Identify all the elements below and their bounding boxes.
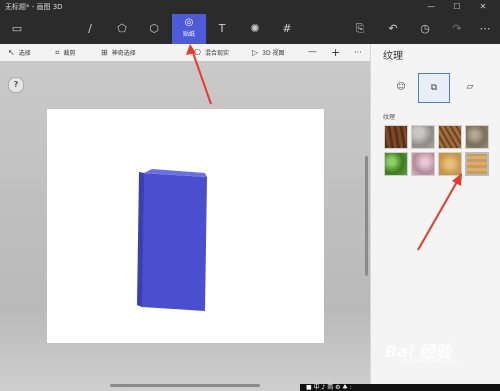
- redo-icon: ↷: [452, 22, 462, 35]
- stickers-icon: ◎: [184, 17, 194, 28]
- minimize-button[interactable]: —: [424, 1, 438, 12]
- history-icon: ◷: [420, 22, 430, 35]
- workspace: ?: [0, 61, 370, 391]
- 3d-shapes-icon: ⬡: [149, 22, 159, 35]
- window-title: 无标题* - 画图 3D: [5, 3, 63, 11]
- drawing-canvas[interactable]: [47, 109, 324, 343]
- taskbar-strip: ■ 中 ♪ 简 ⚙ ♣ :: [300, 384, 500, 391]
- texture-light-wood[interactable]: [465, 152, 489, 176]
- texture-leaves[interactable]: [384, 152, 408, 176]
- title-bar: 无标题* - 画图 3D — ☐ ✕: [0, 0, 500, 14]
- 2d-shapes-icon: ⬠: [117, 22, 127, 35]
- paste-button[interactable]: ⎘: [345, 17, 375, 41]
- vertical-scrollbar[interactable]: [365, 156, 368, 276]
- select-icon: ↖: [8, 48, 15, 57]
- texture-sand[interactable]: [438, 152, 462, 176]
- view-3d-icon: ▷: [252, 48, 259, 57]
- maximize-button[interactable]: ☐: [450, 1, 464, 12]
- canvas-button[interactable]: #: [272, 17, 302, 41]
- taskbar-text: ■ 中 ♪ 简 ⚙ ♣ :: [306, 384, 352, 391]
- magic-select-label: 神奇选择: [111, 50, 136, 57]
- texture-granite[interactable]: [411, 125, 435, 149]
- baidu-watermark-url: jingyan.baidu.com: [402, 357, 458, 364]
- close-button[interactable]: ✕: [476, 1, 490, 12]
- text-icon: T: [218, 22, 226, 35]
- magic-select-icon: ⊞: [101, 48, 108, 57]
- effects-icon: ✺: [250, 22, 260, 35]
- brush-icon: ∕: [88, 22, 92, 35]
- stickers-button[interactable]: ◎ 贴纸: [172, 14, 206, 44]
- toolbar-more-button[interactable]: ···: [354, 46, 362, 59]
- mixed-reality-label: 混合现实: [204, 50, 229, 57]
- sticker-tab-icon: ☺: [396, 82, 406, 92]
- mixed-reality-tool[interactable]: ⎔ 混合现实: [194, 46, 229, 59]
- magic-select-tool[interactable]: ⊞ 神奇选择: [101, 46, 136, 59]
- crop-tool[interactable]: ⌗ 裁剪: [55, 46, 76, 59]
- horizontal-scrollbar[interactable]: [110, 384, 260, 387]
- panel-title: 纹理: [383, 51, 403, 62]
- view-3d-label: 3D 视图: [262, 50, 285, 57]
- texture-bark[interactable]: [384, 125, 408, 149]
- paste-icon: ⎘: [355, 22, 365, 35]
- more-button[interactable]: ⋯: [470, 17, 500, 41]
- history-button[interactable]: ◷: [410, 17, 440, 41]
- select-tool[interactable]: ↖ 选择: [8, 46, 31, 59]
- menu-folder-button[interactable]: ▭: [2, 17, 32, 41]
- stickers-label: 贴纸: [182, 31, 195, 38]
- undo-button[interactable]: ↶: [378, 17, 408, 41]
- ribbon: ▭ ∕ ⬠ ⬡ ◎ 贴纸 T ✺ # ⎘ ↶ ◷ ↷ ⋯: [0, 14, 500, 44]
- folder-icon: ▭: [11, 22, 23, 35]
- texture-wood-grain[interactable]: [438, 125, 462, 149]
- crop-label: 裁剪: [63, 50, 76, 57]
- texture-pink-marble[interactable]: [411, 152, 435, 176]
- more-icon: ⋯: [479, 22, 491, 35]
- brushes-button[interactable]: ∕: [75, 17, 105, 41]
- custom-folder-icon: ▱: [466, 82, 474, 92]
- mixed-reality-icon: ⎔: [194, 48, 201, 57]
- select-label: 选择: [18, 50, 31, 57]
- 3d-shapes-button[interactable]: ⬡: [139, 17, 169, 41]
- zoom-in-button[interactable]: +: [331, 46, 340, 59]
- 2d-shapes-button[interactable]: ⬠: [107, 17, 137, 41]
- texture-tab-icon: ⧉: [430, 83, 438, 93]
- texture-stone-pebbles[interactable]: [465, 125, 489, 149]
- effects-button[interactable]: ✺: [240, 17, 270, 41]
- tab-textures[interactable]: ⧉: [418, 73, 450, 103]
- canvas-icon: #: [282, 22, 292, 35]
- redo-button[interactable]: ↷: [442, 17, 472, 41]
- zoom-out-button[interactable]: —: [308, 46, 317, 59]
- tab-stickers[interactable]: ☺: [386, 73, 416, 101]
- tab-custom-stickers[interactable]: ▱: [455, 73, 485, 101]
- 3d-box-model[interactable]: [47, 109, 324, 343]
- section-label: 纹理: [383, 114, 396, 121]
- view-3d-tool[interactable]: ▷ 3D 视图: [252, 46, 285, 59]
- text-button[interactable]: T: [207, 17, 237, 41]
- crop-icon: ⌗: [55, 48, 60, 57]
- undo-icon: ↶: [388, 22, 398, 35]
- box-front-face: [142, 173, 207, 311]
- tool-options-bar: ↖ 选择 ⌗ 裁剪 ⊞ 神奇选择 ⎔ 混合现实 ▷ 3D 视图 — + ···: [0, 44, 370, 62]
- help-button[interactable]: ?: [8, 77, 24, 93]
